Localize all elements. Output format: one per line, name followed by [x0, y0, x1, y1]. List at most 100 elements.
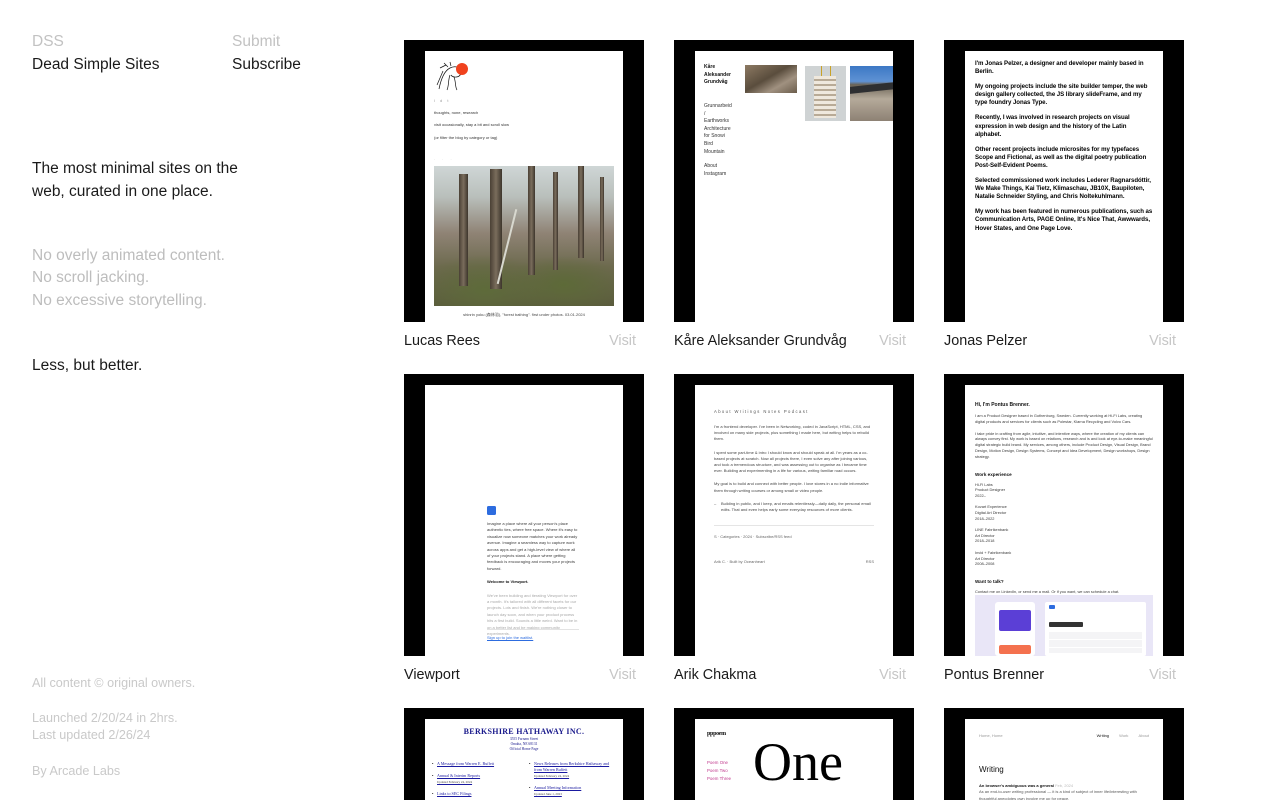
site-thumbnail[interactable]: Home, Home Writing Work About Writing An…	[944, 708, 1184, 800]
preview-project-links: Grunnarbeid / Earthworks Architecture fo…	[704, 103, 732, 155]
card-meta: Lucas Rees Visit	[404, 332, 636, 350]
preview-company-address: 3555 Farnam Street Omaha, NE 68131 Offic…	[509, 737, 539, 751]
preview-paragraph-1: I'm Jonas Pelzer, a designer and develop…	[975, 60, 1144, 76]
preview-paragraph-1: I am a Product Designer based in Gothenb…	[975, 413, 1143, 424]
preview-brand: Home, Home	[979, 733, 1003, 738]
preview-paragraph-3: Recently, I was involved in research pro…	[975, 114, 1130, 138]
preview-footer-credit: Arik C. · Built by Oceanheart	[714, 559, 765, 565]
site-motto: Less, but better.	[32, 357, 143, 374]
preview-job-4: Invid + Fabrikenbank Art Director 2008–2…	[975, 549, 1012, 567]
card-title[interactable]: Lucas Rees	[404, 332, 480, 350]
preview-lucas-rees: l d t thoughts, none, research visit occ…	[425, 51, 623, 322]
preview-link: Links to SEC Filings	[431, 791, 520, 797]
preview-waitlist-link: Sign up to join the waitlist.	[487, 635, 534, 640]
sidebar: DSS Submit Dead Simple Sites Subscribe T…	[32, 30, 332, 778]
preview-nav: l d t	[434, 98, 451, 103]
visit-link[interactable]: Visit	[1149, 666, 1176, 684]
preview-footer-links: S · Categories · 2024 · Subscribe/RSS fe…	[714, 534, 792, 540]
preview-lead-date: Feb, 2024	[1055, 783, 1074, 788]
card-title[interactable]: Jonas Pelzer	[944, 332, 1027, 350]
thumbnail-image-site	[850, 66, 893, 121]
site-thumbnail[interactable]: Imagine a place where all your person's …	[404, 374, 644, 656]
visit-link[interactable]: Visit	[1149, 332, 1176, 350]
preview-artist-name: Kåre Aleksander Grundvåg	[704, 64, 731, 85]
preview-section-work: Work experience	[975, 471, 1012, 477]
preview-link: Annual & Interim Reports Updated February…	[431, 773, 520, 785]
site-thumbnail[interactable]: Hi, I'm Pontus Brenner. I am a Product D…	[944, 374, 1184, 656]
preview-line3: (or filter the blog by category or tag)	[434, 134, 498, 140]
visit-link[interactable]: Visit	[879, 666, 906, 684]
preview-nav-writing: Writing	[1096, 733, 1110, 738]
visit-link[interactable]: Visit	[879, 332, 906, 350]
card-title[interactable]: Kåre Aleksander Grundvåg	[674, 332, 847, 350]
site-thumbnail[interactable]: I'm Jonas Pelzer, a designer and develop…	[944, 40, 1184, 322]
site-thumbnail[interactable]: BERKSHIRE HATHAWAY INC. 3555 Farnam Stre…	[404, 708, 644, 800]
site-thumbnail[interactable]: pppoem Poem One Poem Two Poem Three One	[674, 708, 914, 800]
doodle-icon	[434, 59, 470, 92]
site-thumbnail[interactable]: Kåre Aleksander Grundvåg Grunnarbeid / E…	[674, 40, 914, 322]
site-thumbnail[interactable]: About Writings Notes Podcast I'm a front…	[674, 374, 914, 656]
preview-caption: shinrin yoku (森林浴), "forest bathing". fi…	[463, 312, 585, 317]
site-thumbnail[interactable]: l d t thoughts, none, research visit occ…	[404, 40, 644, 322]
card-meta: Pontus Brenner Visit	[944, 666, 1176, 684]
preview-line2: visit occasionally, stay a bit and scrol…	[434, 122, 510, 128]
preview-body: Imagine a place where all your person's …	[487, 521, 578, 571]
card-title[interactable]: Pontus Brenner	[944, 666, 1044, 684]
preview-section-contact: Want to talk?	[975, 578, 1004, 584]
link-label: Annual Meeting Information	[534, 785, 582, 790]
preview-headline: One	[753, 732, 843, 792]
site-card[interactable]: Kåre Aleksander Grundvåg Grunnarbeid / E…	[674, 40, 914, 350]
preview-paragraph-2: I take pride in crafting from agile, int…	[975, 430, 1153, 459]
link-label: Annual & Interim Reports	[437, 773, 481, 778]
brand-name[interactable]: Dead Simple Sites	[32, 53, 232, 76]
link-note: Updated June 1, 2023	[534, 792, 562, 796]
preview-paragraph-2: I spent some part-time & intro I should …	[714, 449, 868, 474]
site-card[interactable]: BERKSHIRE HATHAWAY INC. 3555 Farnam Stre…	[404, 708, 644, 800]
card-title[interactable]: Viewport	[404, 666, 460, 684]
visit-link[interactable]: Visit	[609, 666, 636, 684]
preview-about-links: About Instagram	[704, 163, 727, 177]
preview-job-2: Kovart Experience Digital Art Director 2…	[975, 504, 1007, 521]
preview-nav: Poem One Poem Two Poem Three	[707, 760, 732, 781]
subscribe-link[interactable]: Subscribe	[232, 53, 332, 76]
site-card[interactable]: I'm Jonas Pelzer, a designer and develop…	[944, 40, 1184, 350]
preview-job-1: Hi-Fi Labs Product Designer 2022–	[975, 481, 1006, 498]
footer-copyright: All content © original owners.	[32, 676, 196, 690]
visit-link[interactable]: Visit	[609, 332, 636, 350]
footer-credit[interactable]: By Arcade Labs	[32, 763, 292, 780]
site-card[interactable]: Imagine a place where all your person's …	[404, 374, 644, 684]
card-meta: Viewport Visit	[404, 666, 636, 684]
preview-kare-grundvag: Kåre Aleksander Grundvåg Grunnarbeid / E…	[695, 51, 893, 322]
link-label: News Releases from Berkshire Hathaway an…	[534, 761, 610, 772]
site-card[interactable]: pppoem Poem One Poem Two Poem Three One	[674, 708, 914, 800]
preview-paragraph-4: Other recent projects include microsites…	[975, 145, 1147, 169]
preview-one-pppoem: pppoem Poem One Poem Two Poem Three One	[695, 719, 893, 800]
preview-list-item: Building in public, and I keep, and emai…	[714, 501, 874, 513]
site-card[interactable]: l d t thoughts, none, research visit occ…	[404, 40, 644, 350]
preview-logo: pppoem	[707, 731, 726, 737]
preview-paragraph-1: I'm a frontend developer. I've been in N…	[714, 424, 871, 442]
preview-left-column: A Message from Warren E. Buffett Annual …	[431, 761, 520, 800]
preview-paragraph-3: Contact me on LinkedIn, or send me a mai…	[975, 588, 1120, 594]
card-title[interactable]: Arik Chakma	[674, 666, 756, 684]
preview-screenshot-mockup	[975, 595, 1153, 656]
preview-heading: Writing	[979, 765, 1004, 774]
footer-last-updated: Last updated 2/26/24	[32, 728, 151, 743]
web-mockup	[1045, 602, 1146, 656]
preview-job-3: LINE Fabrikenbank Art Director 2018–2018	[975, 527, 1009, 544]
preview-welcome: Welcome to Viewport.	[487, 579, 529, 585]
site-grid: l d t thoughts, none, research visit occ…	[404, 40, 1204, 800]
preview-viewport: Imagine a place where all your person's …	[425, 385, 623, 656]
preview-footer-rss: RSS	[865, 559, 874, 565]
preview-arik-chakma: About Writings Notes Podcast I'm a front…	[695, 385, 893, 656]
submit-link[interactable]: Submit	[232, 30, 332, 53]
site-card[interactable]: Hi, I'm Pontus Brenner. I am a Product D…	[944, 374, 1184, 684]
site-card[interactable]: About Writings Notes Podcast I'm a front…	[674, 374, 914, 684]
site-card[interactable]: Home, Home Writing Work About Writing An…	[944, 708, 1184, 800]
preview-pontus-brenner: Hi, I'm Pontus Brenner. I am a Product D…	[965, 385, 1163, 656]
viewport-logo-icon	[487, 506, 496, 515]
preview-paragraph-2: My ongoing projects include the site bui…	[975, 83, 1148, 107]
divider	[487, 629, 579, 630]
preview-heading: Hi, I'm Pontus Brenner.	[975, 402, 1030, 408]
preview-link: A Message from Warren E. Buffett	[431, 761, 520, 767]
